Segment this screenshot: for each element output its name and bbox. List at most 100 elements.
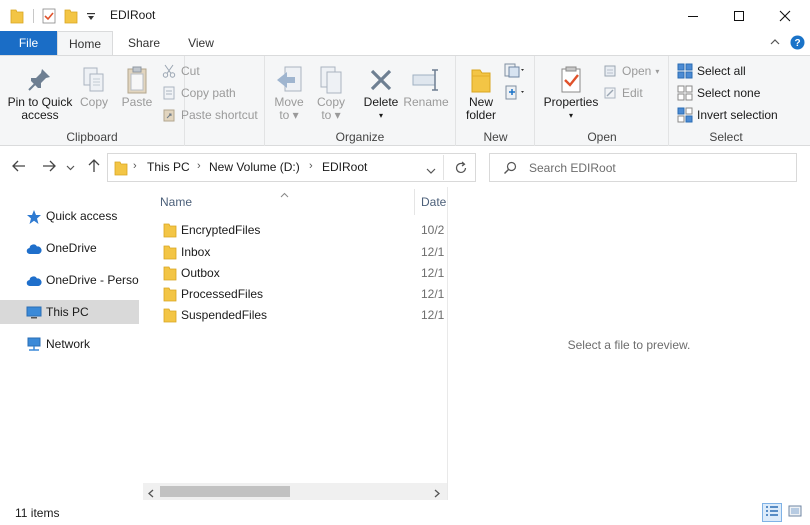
forward-button[interactable] — [40, 158, 58, 176]
folder-icon — [163, 245, 177, 263]
close-button[interactable] — [762, 0, 808, 31]
invert-selection-button[interactable]: Invert selection — [677, 106, 778, 124]
folder-icon — [163, 266, 177, 284]
open-group-label: Open — [587, 130, 617, 144]
back-button[interactable] — [10, 158, 28, 176]
nav-item-onedrive[interactable]: OneDrive — [0, 236, 139, 260]
cut-button[interactable]: Cut — [161, 62, 200, 80]
search-box[interactable]: Search EDIRoot — [489, 153, 797, 182]
open-button[interactable]: Open ▾ — [602, 62, 659, 80]
file-row[interactable]: Inbox 12/1 — [143, 242, 447, 263]
nav-item-network[interactable]: Network — [0, 332, 139, 356]
nav-item-onedrive-personal[interactable]: OneDrive - Persor — [0, 268, 139, 292]
nav-item-this-pc[interactable]: This PC — [0, 300, 139, 324]
refresh-icon[interactable] — [454, 161, 468, 178]
breadcrumb-new-volume[interactable]: New Volume (D:) — [209, 160, 300, 174]
chevron-down-icon — [66, 160, 75, 174]
up-button[interactable] — [85, 158, 103, 176]
horizontal-scrollbar[interactable] — [143, 483, 447, 500]
organize-group-label: Organize — [335, 130, 385, 144]
pin-to-quick-access-button[interactable]: Pin to Quick access — [4, 64, 76, 122]
paste-shortcut-button[interactable]: Paste shortcut — [161, 106, 258, 124]
delete-button[interactable]: Delete ▾ — [357, 64, 405, 122]
tab-share[interactable]: Share — [118, 31, 170, 55]
nav-item-label: Quick access — [46, 209, 118, 223]
invert-selection-label: Invert selection — [697, 108, 778, 122]
edit-button[interactable]: Edit — [602, 84, 643, 102]
clipboard-group-label: Clipboard — [66, 130, 118, 144]
tab-file[interactable]: File — [0, 31, 57, 55]
nav-item-label: OneDrive — [46, 241, 97, 255]
breadcrumb-separator[interactable]: › — [309, 160, 313, 172]
scrollbar-thumb[interactable] — [160, 486, 290, 497]
select-all-icon — [677, 63, 693, 79]
rename-button[interactable]: Rename — [403, 64, 449, 109]
paste-shortcut-label: Paste shortcut — [181, 108, 258, 122]
easy-access-icon[interactable] — [503, 84, 527, 105]
maximize-button[interactable] — [716, 0, 762, 31]
back-arrow-icon — [12, 160, 26, 175]
file-date: 10/2 — [421, 223, 445, 237]
select-all-label: Select all — [697, 64, 746, 78]
large-icons-view-button[interactable] — [785, 503, 805, 522]
file-row[interactable]: Outbox 12/1 — [143, 263, 447, 284]
nav-item-label: This PC — [46, 305, 89, 319]
select-group: Select all Select none Invert selection … — [670, 56, 782, 146]
scissors-icon — [161, 63, 177, 79]
tab-home[interactable]: Home — [57, 31, 113, 56]
file-name: Outbox — [181, 266, 220, 280]
select-all-button[interactable]: Select all — [677, 62, 746, 80]
breadcrumb-this-pc[interactable]: This PC — [147, 160, 190, 174]
copy-to-button[interactable]: Copy to ▾ — [313, 64, 349, 122]
copy-label: Copy — [79, 95, 108, 109]
select-none-button[interactable]: Select none — [677, 84, 760, 102]
delete-x-icon — [357, 64, 405, 96]
paste-button[interactable]: Paste — [118, 64, 156, 109]
nav-item-label: Network — [46, 337, 91, 351]
new-item-icon[interactable] — [503, 62, 527, 83]
file-row[interactable]: ProcessedFiles 12/1 — [143, 284, 447, 305]
file-date: 12/1 — [421, 308, 445, 322]
tab-view[interactable]: View — [176, 31, 226, 55]
open-label: Open — [622, 64, 652, 78]
new-folder-button[interactable]: New folder — [461, 64, 501, 122]
breadcrumb-ediroot[interactable]: EDIRoot — [322, 160, 367, 174]
recent-locations-button[interactable] — [64, 158, 76, 176]
new-folder-icon — [461, 64, 501, 96]
help-icon[interactable]: ? — [790, 35, 805, 53]
file-name: Inbox — [181, 245, 211, 259]
properties-quick-icon[interactable] — [42, 8, 56, 27]
ribbon: Pin to Quick access Copy Paste Cut Copy … — [0, 55, 810, 146]
folder-icon[interactable] — [10, 8, 24, 27]
cut-label: Cut — [181, 64, 200, 78]
address-bar[interactable]: › This PC › New Volume (D:) › EDIRoot — [107, 153, 476, 182]
ribbon-tabs: File Home Share View ? — [0, 31, 810, 56]
copy-to-icon — [313, 64, 349, 96]
minimize-button[interactable] — [670, 0, 716, 31]
file-name: SuspendedFiles — [181, 308, 268, 322]
breadcrumb-separator[interactable]: › — [197, 160, 201, 172]
new-folder-quick-icon[interactable] — [64, 8, 78, 27]
file-row[interactable]: SuspendedFiles 12/1 — [143, 305, 447, 326]
file-date: 12/1 — [421, 245, 445, 259]
file-list: Name Date EncryptedFiles 10/2 Inbox 12/1… — [143, 187, 447, 483]
customize-quick-access-icon[interactable] — [86, 11, 96, 25]
column-divider[interactable] — [414, 189, 415, 215]
edit-icon — [602, 85, 618, 101]
open-icon — [602, 63, 618, 79]
copy-icon — [76, 64, 112, 96]
breadcrumb-separator[interactable]: › — [133, 160, 137, 172]
file-row[interactable]: EncryptedFiles 10/2 — [143, 220, 447, 241]
copy-path-label: Copy path — [181, 86, 236, 100]
move-to-button[interactable]: Move to ▾ — [271, 64, 307, 122]
nav-item-quick-access[interactable]: Quick access — [0, 204, 139, 228]
address-dropdown-icon[interactable] — [426, 164, 436, 178]
properties-button[interactable]: Properties ▾ — [540, 64, 602, 122]
details-view-button[interactable] — [762, 503, 782, 522]
copy-button[interactable]: Copy — [76, 64, 112, 109]
folder-icon — [163, 223, 177, 241]
collapse-ribbon-icon[interactable] — [769, 36, 781, 51]
copy-path-button[interactable]: Copy path — [161, 84, 236, 102]
scroll-right-icon[interactable] — [434, 487, 441, 501]
scroll-left-icon[interactable] — [147, 487, 154, 501]
